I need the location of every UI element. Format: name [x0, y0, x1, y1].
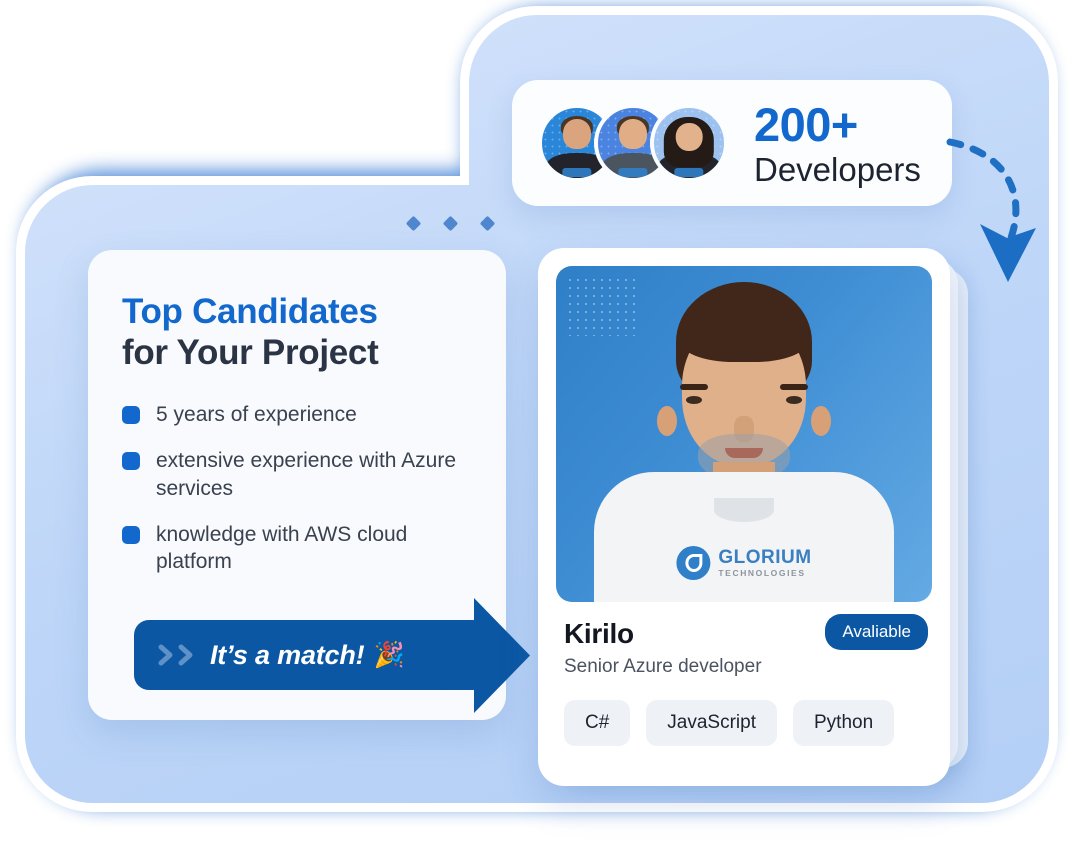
developers-count: 200+	[754, 97, 858, 151]
glorium-subtitle: TECHNOLOGIES	[718, 568, 806, 579]
developers-stat-text: 200+ Developers	[754, 101, 921, 186]
avatar-developer-3	[650, 104, 728, 182]
skills-list: C# JavaScript Python	[556, 678, 932, 746]
diamond-icon	[405, 215, 422, 232]
developers-label: Developers	[754, 150, 921, 188]
illustration-root: 200+ Developers Top Candidates for Your …	[0, 0, 1071, 858]
card-heading-line2: for Your Project	[122, 332, 379, 372]
glorium-logo: GLORIUM TECHNOLOGIES	[676, 546, 811, 580]
developers-stat-pill: 200+ Developers	[512, 80, 952, 206]
status-badge: Avaliable	[825, 614, 928, 650]
candidate-photo: GLORIUM TECHNOLOGIES	[556, 266, 932, 602]
glorium-mark-icon	[676, 546, 711, 580]
skill-chip: JavaScript	[646, 700, 777, 746]
list-item: knowledge with AWS cloud platform	[122, 521, 472, 576]
bullet-square-icon	[122, 406, 140, 425]
diamond-icon	[479, 215, 496, 232]
confetti-icon: 🎉	[373, 640, 405, 669]
candidate-info: Kirilo Senior Azure developer Avaliable	[556, 602, 932, 678]
requirements-list: 5 years of experience extensive experien…	[122, 401, 472, 575]
bullet-square-icon	[122, 526, 140, 545]
match-button-label: It’s a match!	[210, 639, 365, 670]
match-cta[interactable]: It’s a match! 🎉	[134, 598, 530, 713]
avatar-group	[538, 104, 728, 182]
diamond-icon	[442, 215, 459, 232]
list-item-label: knowledge with AWS cloud platform	[156, 523, 408, 574]
bullet-square-icon	[122, 452, 140, 471]
match-button[interactable]: It’s a match! 🎉	[134, 620, 456, 690]
candidate-card: GLORIUM TECHNOLOGIES Kirilo Senior Azure…	[538, 248, 950, 786]
decorative-diamonds	[405, 215, 496, 232]
card-heading-line1: Top Candidates	[122, 292, 378, 331]
glorium-wordmark: GLORIUM	[718, 547, 812, 569]
list-item: extensive experience with Azure services	[122, 447, 472, 502]
list-item-label: extensive experience with Azure services	[156, 449, 456, 500]
curved-arrow-icon	[946, 138, 1036, 282]
candidate-role: Senior Azure developer	[564, 656, 762, 677]
dot-pattern-decoration	[566, 276, 636, 336]
skill-chip: C#	[564, 700, 631, 746]
list-item-label: 5 years of experience	[156, 403, 357, 427]
double-chevron-right-icon	[158, 644, 194, 666]
skill-chip: Python	[793, 700, 895, 746]
list-item: 5 years of experience	[122, 401, 472, 428]
